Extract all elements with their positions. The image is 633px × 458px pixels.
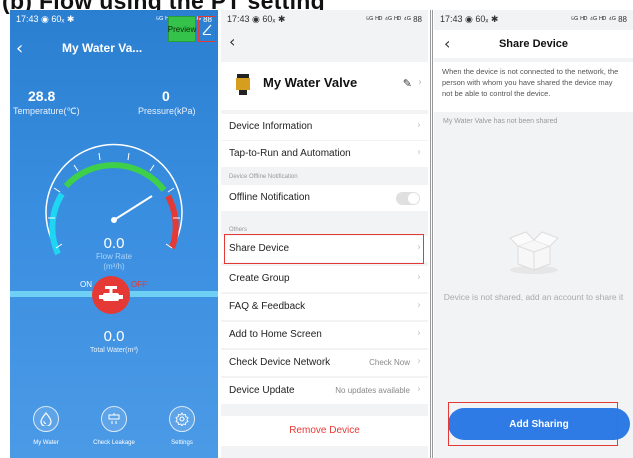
nav-settings[interactable]: Settings (152, 406, 212, 446)
nav-my-water[interactable]: My Water (16, 406, 76, 446)
chevron-right-icon: › (417, 147, 421, 158)
status-time: 17:43 (440, 13, 463, 24)
row-label: Add to Home Screen (229, 329, 322, 340)
status-icons-right: ⁵ᴳ ᴴᴰ ⁴ᴳ ᴴᴰ ⁴ᴳ 88 (570, 14, 627, 24)
check-device-network-row[interactable]: Check Device Network Check Now › (221, 350, 428, 376)
device-settings-screen: 17:43 ◉ 60ₓ ✱ ⁵ᴳ ᴴᴰ ⁴ᴳ ᴴᴰ ⁴ᴳ 88 ‹ My Wat… (221, 10, 428, 458)
create-group-row[interactable]: Create Group › (221, 266, 428, 292)
remove-device-button[interactable]: Remove Device (221, 416, 428, 446)
pressure-value: 0 (162, 88, 170, 104)
row-label: Offline Notification (229, 192, 310, 203)
edit-button[interactable] (198, 16, 216, 42)
chevron-left-icon[interactable]: ‹ (229, 32, 235, 51)
pencil-icon[interactable]: ✎ (403, 77, 412, 90)
water-valve-dashboard-screen: 17:43 ◉ 60ₓ ✱ ⁵ᴳ ᴴᴰ ⁴ᴳ ᴴᴰ ⁴ᴳ 88 ‹ My Wat… (10, 10, 218, 458)
water-drop-icon (40, 412, 52, 426)
row-label: Create Group (229, 273, 290, 284)
device-information-row[interactable]: Device Information › (221, 114, 428, 140)
panel-divider (430, 10, 431, 458)
flow-rate-unit: (m³/h) (103, 262, 125, 271)
row-label: Tap-to-Run and Automation (229, 148, 351, 159)
nav-label: My Water (33, 440, 59, 446)
share-device-highlight (224, 234, 424, 264)
row-label: Device Information (229, 121, 313, 132)
chevron-right-icon: › (417, 120, 421, 131)
status-bar: 17:43 ◉ 60ₓ ✱ ⁵ᴳ ᴴᴰ ⁴ᴳ ᴴᴰ ⁴ᴳ 88 (434, 10, 633, 28)
row-label: Device Update (229, 385, 295, 396)
total-water-label: Total Water(m³) (90, 347, 138, 354)
device-header[interactable]: My Water Valve ✎ › (221, 62, 428, 110)
chevron-right-icon: › (417, 300, 421, 311)
row-label: Check Device Network (229, 357, 331, 368)
page-title: My Water Va... (62, 41, 143, 55)
tap-to-run-row[interactable]: Tap-to-Run and Automation › (221, 141, 428, 167)
flow-rate-value: 0.0 (103, 235, 125, 252)
temperature-label: Temperature(℃) (13, 106, 80, 116)
offline-notification-row: Offline Notification (221, 185, 428, 211)
chevron-right-icon: › (417, 272, 421, 283)
chevron-left-icon[interactable]: ‹ (16, 38, 23, 59)
page-title: Share Device (498, 38, 569, 50)
off-label: OFF (131, 280, 147, 289)
nav-bar: ‹ Share Device (434, 30, 633, 58)
chevron-right-icon: › (417, 384, 421, 395)
status-icons-right: ⁵ᴳ ᴴᴰ ⁴ᴳ ᴴᴰ ⁴ᴳ 88 (365, 14, 422, 24)
flow-rate-label: Flow Rate (95, 252, 132, 261)
status-time: 17:43 (16, 13, 39, 24)
add-to-home-screen-row[interactable]: Add to Home Screen › (221, 322, 428, 348)
offline-share-notice: When the device is not connected to the … (434, 62, 633, 112)
offline-notification-toggle[interactable] (396, 192, 420, 205)
preview-button[interactable]: Preview (168, 16, 196, 42)
row-label: FAQ & Feedback (229, 301, 306, 312)
settings-gear-icon (175, 412, 189, 426)
total-water-value: 0.0 (103, 328, 125, 345)
status-icons-left: ◉ 60ₓ ✱ (252, 13, 286, 24)
empty-box-icon (509, 231, 559, 274)
pressure-label: Pressure(kPa) (138, 106, 196, 116)
valve-device-icon (236, 74, 250, 95)
chevron-right-icon: › (417, 328, 421, 339)
pencil-icon (202, 24, 212, 35)
share-device-screen: 17:43 ◉ 60ₓ ✱ ⁵ᴳ ᴴᴰ ⁴ᴳ ᴴᴰ ⁴ᴳ 88 ‹ Share … (434, 10, 633, 458)
valve-icon (99, 286, 123, 301)
on-label: ON (80, 280, 92, 289)
offline-section-header: Device Offline Notification (229, 174, 298, 180)
empty-state-label: Device is not shared, add an account to … (443, 292, 624, 302)
status-icons-left: ◉ 60ₓ ✱ (465, 13, 499, 24)
status-bar: 17:43 ◉ 60ₓ ✱ ⁵ᴳ ᴴᴰ ⁴ᴳ ᴴᴰ ⁴ᴳ 88 (221, 10, 428, 28)
status-icons-left: ◉ 60ₓ ✱ (41, 13, 75, 24)
chevron-right-icon: › (418, 77, 422, 88)
leak-check-icon (108, 413, 120, 424)
valve-toggle-button[interactable] (92, 276, 130, 314)
check-now-link[interactable]: Check Now (369, 358, 410, 367)
not-shared-message: My Water Valve has not been shared (443, 118, 558, 125)
update-status: No updates available (335, 386, 410, 395)
status-time: 17:43 (227, 13, 250, 24)
device-update-row[interactable]: Device Update No updates available › (221, 378, 428, 404)
add-sharing-highlight (448, 402, 618, 446)
temperature-value: 28.8 (28, 88, 56, 104)
panel-divider (432, 10, 433, 458)
faq-feedback-row[interactable]: FAQ & Feedback › (221, 294, 428, 320)
nav-label: Check Leakage (93, 440, 135, 446)
chevron-right-icon: › (417, 356, 421, 367)
nav-label: Settings (171, 440, 193, 446)
others-section-header: Others (229, 227, 248, 233)
device-name: My Water Valve (263, 75, 358, 90)
nav-check-leakage[interactable]: Check Leakage (84, 406, 144, 446)
